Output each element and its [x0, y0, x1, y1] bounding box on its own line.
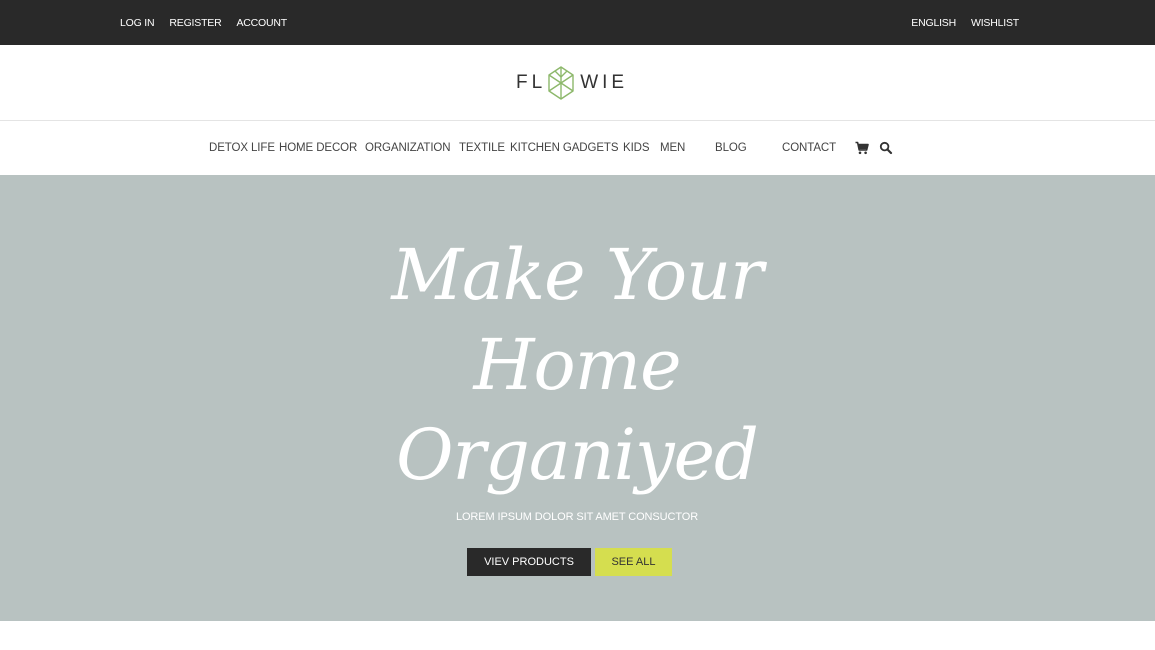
nav-item-textile[interactable]: TEXTILE [459, 121, 505, 175]
login-link[interactable]: LOG IN [120, 17, 155, 29]
nav-item-home-decor[interactable]: HOME DECOR [279, 121, 357, 175]
nav-item-detox-life[interactable]: DETOX LIFE [209, 121, 275, 175]
register-link[interactable]: REGISTER [169, 17, 221, 29]
utility-links: ENGLISH WISHLIST [896, 0, 1019, 45]
top-bar: LOG IN REGISTER ACCOUNT ENGLISH WISHLIST [0, 0, 1155, 45]
hero-banner: Make Your Home Organiyed LOREM IPSUM DOL… [0, 175, 1155, 621]
logo-text-right: WIE [580, 72, 629, 93]
wishlist-link[interactable]: WISHLIST [971, 17, 1019, 29]
view-products-button[interactable]: VIEV PRODUCTS [467, 548, 591, 576]
logo-bar: FL WIE [0, 45, 1155, 121]
nav-item-blog[interactable]: BLOG [715, 121, 747, 175]
hero-headline-line-1: Make Your [391, 234, 763, 316]
gem-logo-icon [548, 66, 574, 100]
hero-headline: Make Your Home Organiyed [327, 230, 827, 500]
site-logo[interactable]: FL WIE [516, 64, 628, 102]
nav-item-kitchen-gadgets[interactable]: KITCHEN GADGETS [510, 121, 619, 175]
logo-text-left: FL [516, 72, 547, 93]
account-links: LOG IN REGISTER ACCOUNT [120, 0, 302, 45]
hero-subtitle: LOREM IPSUM DOLOR SIT AMET CONSUCTOR [455, 511, 699, 523]
hero-headline-line-3: Organiyed [396, 414, 759, 496]
nav-item-kids[interactable]: KIDS [623, 121, 650, 175]
nav-item-organization[interactable]: ORGANIZATION [365, 121, 451, 175]
see-all-button[interactable]: SEE ALL [595, 548, 672, 576]
main-nav: DETOX LIFE HOME DECOR ORGANIZATION TEXTI… [0, 121, 1155, 175]
nav-item-contact[interactable]: CONTACT [782, 121, 836, 175]
cart-icon[interactable] [855, 141, 869, 155]
nav-item-men[interactable]: MEN [660, 121, 685, 175]
search-icon[interactable] [879, 141, 893, 155]
language-selector[interactable]: ENGLISH [911, 17, 956, 29]
account-link[interactable]: ACCOUNT [236, 17, 287, 29]
hero-headline-line-2: Home [473, 324, 682, 406]
